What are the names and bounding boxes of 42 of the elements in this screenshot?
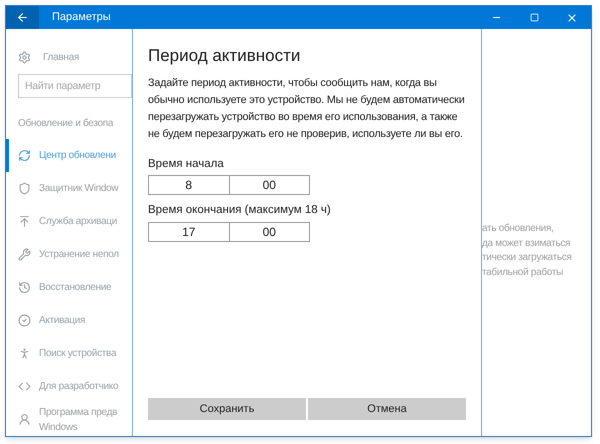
minute-value[interactable]: 00	[230, 222, 309, 240]
time-picker[interactable]: 8 00	[148, 175, 310, 196]
sidebar-item[interactable]: Программа предв Windows	[6, 403, 132, 436]
back-arrow-icon	[16, 11, 29, 24]
refresh-icon	[18, 149, 31, 162]
window-title: Параметры	[52, 10, 112, 26]
code-icon	[18, 380, 31, 393]
description-text: да может взиматься	[482, 236, 572, 250]
description-text: ать обновления,	[482, 222, 555, 236]
sidebar-item[interactable]: Для разработчико	[6, 370, 132, 403]
upload-icon	[18, 215, 31, 228]
sidebar-item[interactable]: Активация	[6, 304, 132, 337]
close-icon	[566, 12, 578, 24]
description-text: тически загружаться	[482, 251, 573, 265]
description-text: табильной работы	[482, 266, 564, 280]
dialog-description: Задайте период активности, чтобы сообщить нам, когда вы обычно используете это устройство. Мы не будем автоматически перезагружать устройство во время его использования, а также не будем перезагружать его не проверив, используете ли вы его.	[148, 76, 466, 142]
time-picker[interactable]: 17 00	[148, 222, 310, 242]
sidebar-item[interactable]: Устранение непол	[6, 238, 132, 271]
history-icon	[18, 281, 31, 294]
settings-icon	[18, 50, 31, 64]
shield-icon	[18, 182, 31, 195]
dialog-title: Период активности	[148, 45, 302, 67]
minute-value[interactable]: 00	[230, 176, 309, 194]
hour-value[interactable]: 17	[149, 222, 230, 240]
save-button[interactable]: Сохранить	[148, 398, 306, 420]
check-circle-icon	[18, 314, 31, 327]
section-heading: Обновление и безопа	[17, 117, 114, 131]
user-icon	[18, 413, 31, 426]
sidebar-item[interactable]: Защитник Window	[6, 172, 132, 205]
sidebar-item[interactable]: Поиск устройства	[6, 337, 132, 370]
sidebar-item[interactable]: Служба архиваци	[6, 205, 132, 238]
person-icon	[18, 347, 31, 360]
wrench-icon	[18, 248, 31, 261]
back-button[interactable]	[6, 6, 39, 29]
search-field[interactable]: Найти параметр	[18, 74, 132, 98]
home-item[interactable]: Главная	[6, 47, 132, 68]
field-label: Время окончания (максимум 18 ч)	[148, 203, 332, 218]
field-label: Время начала	[148, 157, 225, 172]
cancel-button[interactable]: Отмена	[308, 398, 466, 420]
maximize-icon	[530, 13, 538, 22]
sidebar-item[interactable]: Восстановление	[6, 271, 132, 304]
hour-value[interactable]: 8	[149, 176, 230, 194]
